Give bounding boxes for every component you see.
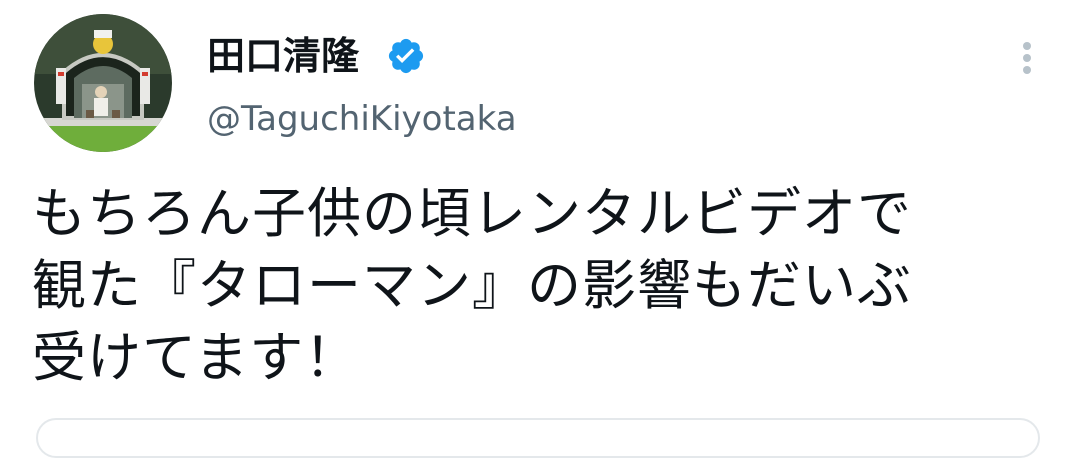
tweet-text: もちろん子供の頃レンタルビデオで 観た『タローマン』の影響もだいぶ 受けてます！ — [32, 178, 1032, 394]
menu-dot — [1023, 42, 1031, 50]
menu-dot — [1023, 66, 1031, 74]
more-vertical-icon[interactable] — [1008, 36, 1048, 80]
tweet-text-line: 観た『タローマン』の影響もだいぶ — [32, 254, 912, 317]
author-display-name[interactable]: 田口清隆 — [207, 33, 359, 79]
tweet: 田口清隆 @TaguchiKiyotaka もちろん子供の頃レンタルビデオで 観… — [0, 0, 1080, 458]
tweet-text-line: もちろん子供の頃レンタルビデオで — [32, 182, 912, 245]
quoted-card-border[interactable] — [36, 418, 1040, 458]
tweet-text-line: 受けてます！ — [32, 326, 360, 389]
verified-badge-icon — [386, 36, 426, 76]
avatar[interactable] — [34, 14, 172, 152]
author-handle[interactable]: @TaguchiKiyotaka — [207, 98, 517, 140]
menu-dot — [1023, 54, 1031, 62]
profile-photo-avatar — [34, 14, 172, 152]
